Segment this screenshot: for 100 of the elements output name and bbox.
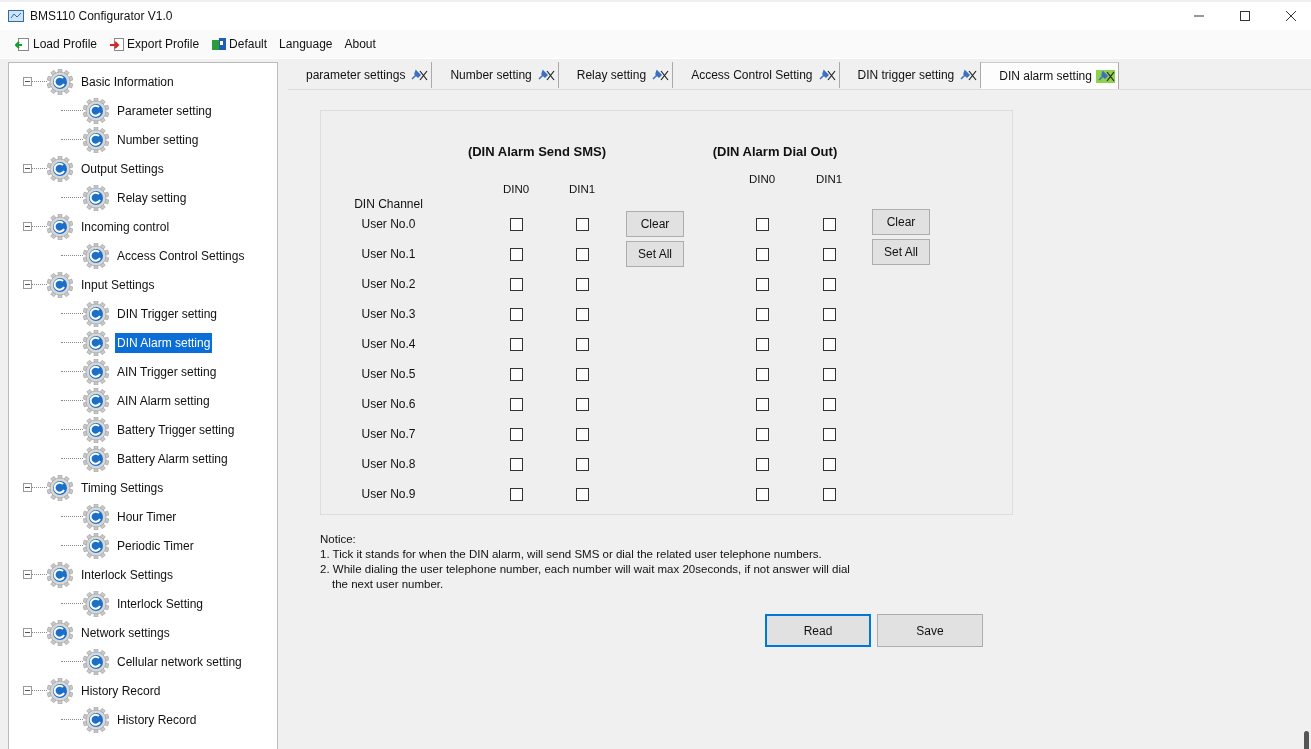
tree-item[interactable]: DIN Trigger setting	[115, 303, 220, 324]
tree-item[interactable]: DIN Alarm setting	[115, 332, 213, 353]
collapse-icon[interactable]	[23, 483, 32, 492]
checkbox[interactable]	[822, 247, 836, 261]
row-label: User No.9	[360, 487, 417, 501]
collapse-icon[interactable]	[23, 164, 32, 173]
checkbox[interactable]	[755, 277, 769, 291]
action-button[interactable]: Read	[765, 614, 871, 647]
checkbox[interactable]	[822, 277, 836, 291]
checkbox[interactable]	[822, 487, 836, 501]
tree-item[interactable]: Input Settings	[79, 274, 157, 295]
checkbox[interactable]	[509, 337, 523, 351]
checkbox[interactable]	[755, 367, 769, 381]
tree-item[interactable]: Output Settings	[79, 158, 166, 179]
checkbox[interactable]	[575, 487, 589, 501]
action-button[interactable]: Clear	[626, 211, 684, 237]
checkbox[interactable]	[509, 217, 523, 231]
checkbox[interactable]	[575, 457, 589, 471]
tree-item[interactable]: Hour Timer	[115, 506, 179, 527]
checkbox[interactable]	[755, 247, 769, 261]
tree-item[interactable]: AIN Trigger setting	[115, 361, 219, 382]
checkbox[interactable]	[575, 337, 589, 351]
tree-item[interactable]: Interlock Setting	[115, 593, 206, 614]
checkbox[interactable]	[509, 457, 523, 471]
checkbox[interactable]	[822, 367, 836, 381]
tree-item[interactable]: Incoming control	[79, 216, 172, 237]
checkbox[interactable]	[822, 397, 836, 411]
checkbox[interactable]	[509, 247, 523, 261]
checkbox[interactable]	[822, 307, 836, 321]
tree-item[interactable]: Access Control Settings	[115, 245, 247, 266]
checkbox[interactable]	[755, 397, 769, 411]
checkbox[interactable]	[755, 457, 769, 471]
tree-item[interactable]: AIN Alarm setting	[115, 390, 212, 411]
row-label: User No.6	[360, 397, 417, 411]
tree-item[interactable]: Interlock Settings	[79, 564, 176, 585]
gear-icon	[83, 416, 109, 443]
tree-item[interactable]: Network settings	[79, 622, 172, 643]
checkbox[interactable]	[509, 307, 523, 321]
pin-close-icon[interactable]	[958, 68, 978, 82]
action-button[interactable]: Set All	[872, 239, 930, 265]
checkbox[interactable]	[509, 367, 523, 381]
collapse-icon[interactable]	[23, 77, 32, 86]
tree-item[interactable]: Relay setting	[115, 187, 189, 208]
tree-item[interactable]: Basic Information	[79, 71, 176, 92]
collapse-icon[interactable]	[23, 280, 32, 289]
menu-item[interactable]: About	[339, 35, 381, 53]
collapse-icon[interactable]	[23, 222, 32, 231]
toolbar-button[interactable]: Export Profile	[104, 35, 205, 53]
action-button[interactable]: Clear	[872, 209, 930, 235]
checkbox[interactable]	[575, 367, 589, 381]
tree-item[interactable]: Cellular network setting	[115, 651, 244, 672]
checkbox[interactable]	[575, 307, 589, 321]
tree-item[interactable]: History Record	[79, 680, 163, 701]
collapse-icon[interactable]	[23, 570, 32, 579]
pin-close-icon[interactable]	[650, 68, 670, 82]
checkbox[interactable]	[755, 217, 769, 231]
tab[interactable]: DIN alarm setting	[981, 62, 1119, 89]
tree-item[interactable]: Battery Trigger setting	[115, 419, 237, 440]
checkbox[interactable]	[755, 337, 769, 351]
checkbox[interactable]	[822, 337, 836, 351]
checkbox[interactable]	[575, 247, 589, 261]
menu-item[interactable]: Language	[274, 35, 338, 53]
checkbox[interactable]	[509, 487, 523, 501]
tree-item[interactable]: Timing Settings	[79, 477, 166, 498]
gear-icon	[83, 358, 109, 385]
checkbox[interactable]	[509, 427, 523, 441]
checkbox[interactable]	[822, 427, 836, 441]
checkbox[interactable]	[755, 427, 769, 441]
tree-item[interactable]: Parameter setting	[115, 100, 214, 121]
checkbox[interactable]	[575, 427, 589, 441]
checkbox[interactable]	[575, 217, 589, 231]
collapse-icon[interactable]	[23, 686, 32, 695]
action-button[interactable]: Save	[877, 614, 983, 647]
pin-close-icon[interactable]	[1095, 69, 1115, 83]
checkbox[interactable]	[755, 307, 769, 321]
scrollbar-thumb[interactable]	[1304, 731, 1309, 749]
tree-item[interactable]: Periodic Timer	[115, 535, 196, 556]
checkbox[interactable]	[509, 277, 523, 291]
tree-item[interactable]: History Record	[115, 709, 199, 730]
checkbox[interactable]	[822, 457, 836, 471]
checkbox[interactable]	[575, 397, 589, 411]
toolbar-button[interactable]: Load Profile	[10, 35, 103, 53]
window-title: BMS110 Configurator V1.0	[30, 9, 173, 23]
close-icon[interactable]	[1285, 10, 1297, 22]
gear-icon	[83, 126, 109, 153]
action-button[interactable]: Set All	[626, 241, 684, 267]
toolbar-button[interactable]: Default	[206, 35, 273, 53]
notice-title: Notice:	[320, 532, 357, 547]
checkbox[interactable]	[822, 217, 836, 231]
tree-item[interactable]: Battery Alarm setting	[115, 448, 230, 469]
tree-item[interactable]: Number setting	[115, 129, 201, 150]
collapse-icon[interactable]	[23, 628, 32, 637]
checkbox[interactable]	[575, 277, 589, 291]
gear-icon	[83, 329, 109, 356]
checkbox[interactable]	[509, 397, 523, 411]
pin-close-icon[interactable]	[409, 68, 429, 82]
gear-icon	[83, 387, 109, 414]
checkbox[interactable]	[755, 487, 769, 501]
gear-icon	[47, 474, 73, 501]
maximize-icon[interactable]	[1239, 10, 1251, 22]
